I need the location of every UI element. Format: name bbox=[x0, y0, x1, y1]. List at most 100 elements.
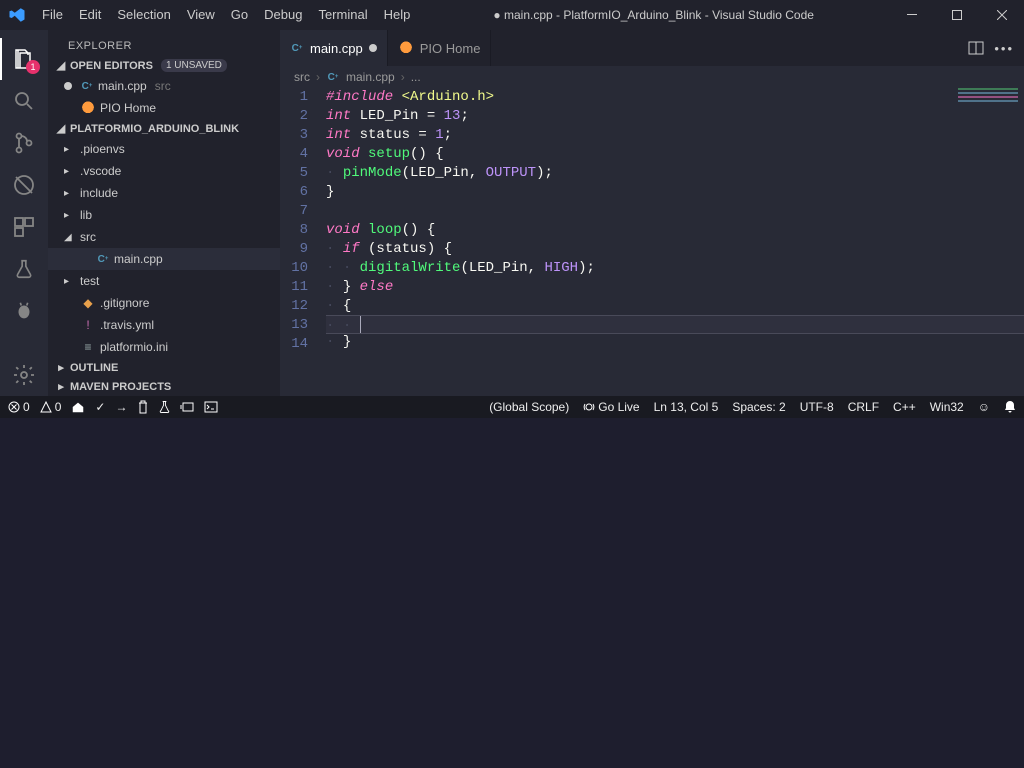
sidebar-title: EXPLORER bbox=[48, 30, 280, 56]
settings-gear-icon[interactable] bbox=[0, 354, 48, 396]
status-encoding[interactable]: UTF-8 bbox=[800, 400, 834, 414]
chevron-right-icon: › bbox=[401, 70, 405, 84]
menu-selection[interactable]: Selection bbox=[109, 0, 178, 30]
status-warnings[interactable]: 0 bbox=[40, 400, 62, 414]
status-scope[interactable]: (Global Scope) bbox=[489, 400, 569, 414]
folder-item[interactable]: ▸include bbox=[48, 182, 280, 204]
split-editor-icon[interactable] bbox=[968, 40, 984, 56]
status-bell-icon[interactable] bbox=[1004, 400, 1016, 414]
scm-icon[interactable] bbox=[0, 122, 48, 164]
menu-go[interactable]: Go bbox=[223, 0, 256, 30]
chevron-right-icon: › bbox=[316, 70, 320, 84]
status-lang[interactable]: C++ bbox=[893, 400, 916, 414]
status-pio-clean-icon[interactable] bbox=[137, 400, 149, 414]
tree-item-label: lib bbox=[80, 208, 92, 222]
status-golive[interactable]: Go Live bbox=[583, 400, 639, 414]
crumb[interactable]: ... bbox=[411, 70, 421, 84]
menu-bar: File Edit Selection View Go Debug Termin… bbox=[34, 0, 418, 30]
maximize-button[interactable] bbox=[934, 0, 979, 30]
cpp-file-icon: C+ bbox=[80, 79, 94, 93]
outline-header[interactable]: ▸ OUTLINE bbox=[48, 358, 280, 377]
explorer-icon[interactable]: 1 bbox=[0, 38, 48, 80]
status-pio-build-icon[interactable]: ✓ bbox=[95, 400, 105, 414]
open-editor-item[interactable]: PIO Home bbox=[48, 97, 280, 119]
folder-item[interactable]: ▸lib bbox=[48, 204, 280, 226]
menu-edit[interactable]: Edit bbox=[71, 0, 109, 30]
status-pio-home-icon[interactable] bbox=[71, 400, 85, 414]
window-controls bbox=[889, 0, 1024, 30]
open-editor-dir: src bbox=[155, 79, 171, 93]
maven-label: MAVEN PROJECTS bbox=[70, 381, 171, 393]
project-label: PLATFORMIO_ARDUINO_BLINK bbox=[70, 123, 239, 135]
tree-item-label: .vscode bbox=[80, 164, 121, 178]
status-pio-test-icon[interactable] bbox=[159, 400, 170, 414]
vscode-logo-icon bbox=[0, 6, 34, 24]
editor-area: C+ main.cpp PIO Home ••• src › C+ main.c… bbox=[280, 30, 1024, 396]
chevron-right-icon: ▸ bbox=[54, 380, 68, 393]
status-feedback-icon[interactable]: ☺ bbox=[978, 400, 990, 414]
file-item[interactable]: C+ main.cpp bbox=[48, 248, 280, 270]
breadcrumbs[interactable]: src › C+ main.cpp › ... bbox=[280, 66, 1024, 88]
folder-item[interactable]: ▸test bbox=[48, 270, 280, 292]
ini-file-icon: ≡ bbox=[80, 340, 96, 354]
yml-file-icon: ! bbox=[80, 318, 96, 332]
status-pio-terminal-icon[interactable] bbox=[204, 401, 218, 413]
pio-icon[interactable] bbox=[0, 290, 48, 332]
crumb[interactable]: src bbox=[294, 70, 310, 84]
status-pio-serial-icon[interactable] bbox=[180, 401, 194, 413]
search-icon[interactable] bbox=[0, 80, 48, 122]
test-icon[interactable] bbox=[0, 248, 48, 290]
close-button[interactable] bbox=[979, 0, 1024, 30]
editor-tabs: C+ main.cpp PIO Home ••• bbox=[280, 30, 1024, 66]
tree-item-label: src bbox=[80, 230, 96, 244]
menu-help[interactable]: Help bbox=[376, 0, 419, 30]
open-editor-label: main.cpp bbox=[98, 79, 147, 93]
folder-item[interactable]: ▸.pioenvs bbox=[48, 138, 280, 160]
cpp-file-icon: C+ bbox=[290, 41, 304, 55]
file-item[interactable]: ≡platformio.ini bbox=[48, 336, 280, 358]
cpp-file-icon: C+ bbox=[96, 252, 110, 266]
status-pio-upload-icon[interactable]: → bbox=[115, 400, 127, 414]
tree-item-label: main.cpp bbox=[114, 252, 163, 266]
window-title: ● main.cpp - PlatformIO_Arduino_Blink - … bbox=[418, 8, 889, 22]
more-icon[interactable]: ••• bbox=[994, 41, 1014, 56]
open-editors-list: C+ main.cpp src PIO Home bbox=[48, 75, 280, 119]
status-eol[interactable]: CRLF bbox=[848, 400, 879, 414]
status-errors[interactable]: 0 bbox=[8, 400, 30, 414]
tab-pio-home[interactable]: PIO Home bbox=[388, 30, 492, 66]
status-indent[interactable]: Spaces: 2 bbox=[732, 400, 785, 414]
open-editors-header[interactable]: ◢ OPEN EDITORS 1 UNSAVED bbox=[48, 56, 280, 75]
chevron-right-icon: ▸ bbox=[54, 361, 68, 374]
menu-view[interactable]: View bbox=[179, 0, 223, 30]
folder-item[interactable]: ◢src bbox=[48, 226, 280, 248]
pio-file-icon bbox=[80, 101, 96, 115]
code-content[interactable]: #include <Arduino.h>int LED_Pin = 13;int… bbox=[326, 88, 1024, 396]
tab-main-cpp[interactable]: C+ main.cpp bbox=[280, 30, 388, 66]
chevron-down-icon: ◢ bbox=[54, 59, 68, 72]
debug-icon[interactable] bbox=[0, 164, 48, 206]
status-cursor-pos[interactable]: Ln 13, Col 5 bbox=[654, 400, 719, 414]
git-file-icon: ◆ bbox=[80, 296, 96, 310]
maven-header[interactable]: ▸ MAVEN PROJECTS bbox=[48, 377, 280, 396]
minimize-button[interactable] bbox=[889, 0, 934, 30]
status-bar: 0 0 ✓ → (Global Scope) Go Live Ln 13, Co… bbox=[0, 396, 1024, 418]
code-editor[interactable]: 1234567891011121314 #include <Arduino.h>… bbox=[280, 88, 1024, 396]
tree-item-label: .gitignore bbox=[100, 296, 149, 310]
open-editor-item[interactable]: C+ main.cpp src bbox=[48, 75, 280, 97]
menu-debug[interactable]: Debug bbox=[256, 0, 310, 30]
menu-terminal[interactable]: Terminal bbox=[310, 0, 375, 30]
folder-item[interactable]: ▸.vscode bbox=[48, 160, 280, 182]
tree-item-label: include bbox=[80, 186, 118, 200]
activity-bar: 1 bbox=[0, 30, 48, 396]
crumb[interactable]: main.cpp bbox=[346, 70, 395, 84]
tab-label: main.cpp bbox=[310, 41, 363, 56]
file-item[interactable]: ◆ .gitignore bbox=[48, 292, 280, 314]
project-header[interactable]: ◢ PLATFORMIO_ARDUINO_BLINK bbox=[48, 119, 280, 138]
modified-dot-icon bbox=[369, 44, 377, 52]
extensions-icon[interactable] bbox=[0, 206, 48, 248]
minimap[interactable] bbox=[958, 88, 1018, 148]
pio-file-icon bbox=[398, 41, 414, 55]
menu-file[interactable]: File bbox=[34, 0, 71, 30]
file-item[interactable]: !.travis.yml bbox=[48, 314, 280, 336]
status-platform[interactable]: Win32 bbox=[930, 400, 964, 414]
